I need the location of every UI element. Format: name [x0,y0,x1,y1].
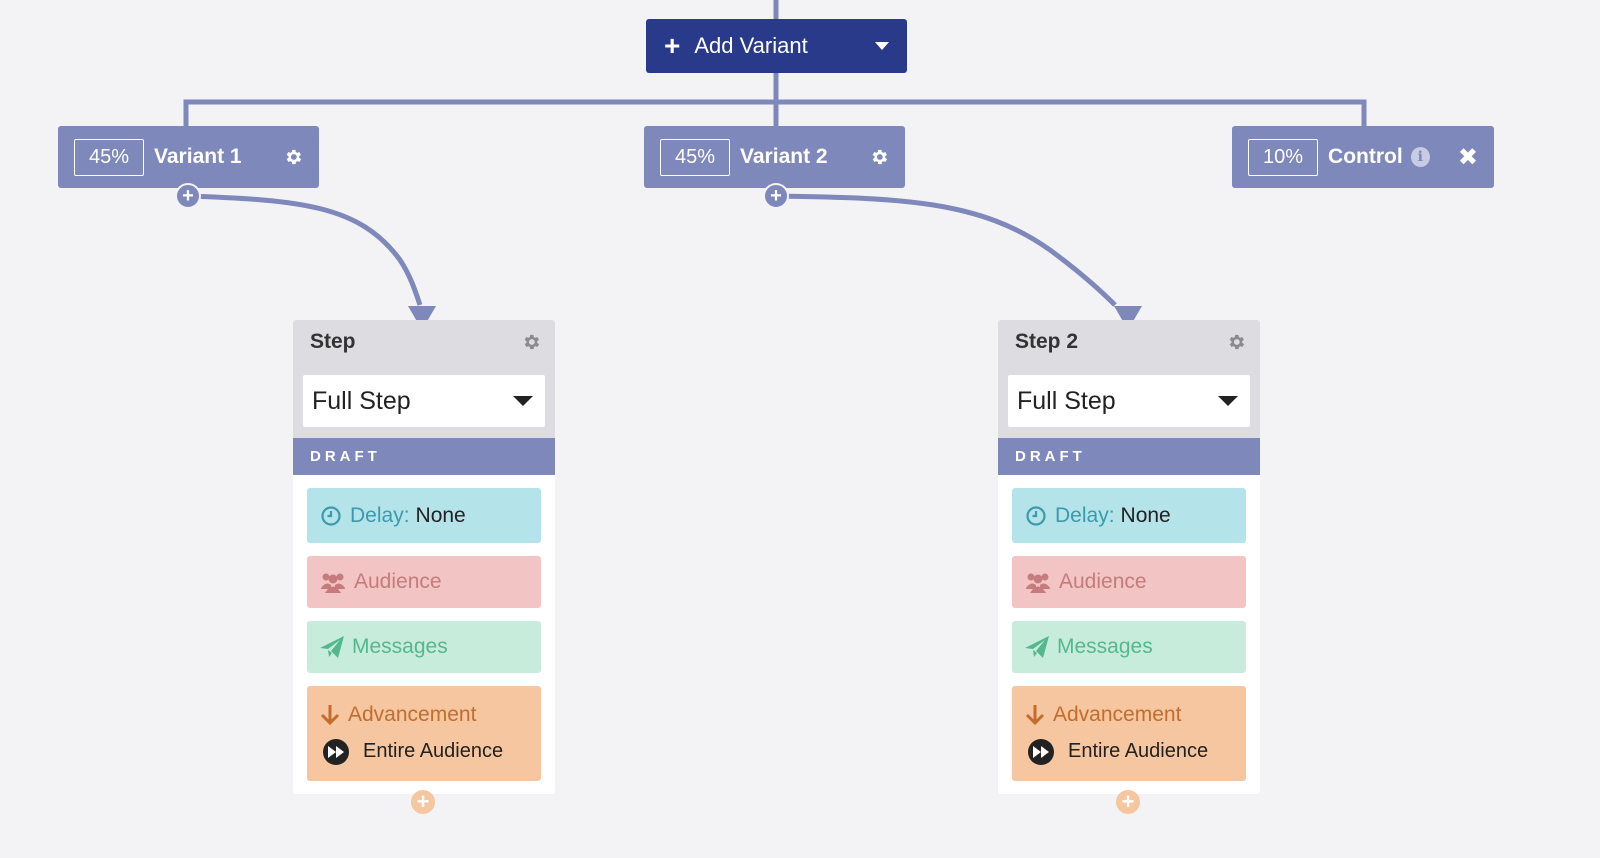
chevron-down-icon[interactable] [875,42,889,50]
variant-percent-input[interactable]: 45% [660,138,731,176]
add-branch-button-1[interactable]: + [175,183,201,209]
status-badge: DRAFT [998,438,1260,475]
users-icon [320,571,346,593]
users-icon [1025,571,1051,593]
variant-name: Variant 2 [740,145,828,168]
plus-icon: + [664,30,681,61]
add-variant-label: Add Variant [694,33,808,58]
variant-card-control[interactable]: 10% Control i ✖ [1232,126,1494,188]
delay-value: None [1120,503,1171,527]
advancement-value: Entire Audience [1068,740,1209,762]
delay-label: Delay: [1055,503,1115,527]
step-type-value: Full Step [1017,386,1116,415]
messages-block[interactable]: Messages [1012,621,1246,673]
gear-icon[interactable] [1226,332,1246,352]
delay-block[interactable]: Delay: None [1012,488,1246,543]
status-badge: DRAFT [293,438,555,475]
clock-icon [320,505,342,527]
variant-percent-input[interactable]: 45% [74,138,145,176]
gear-icon[interactable] [869,147,889,167]
info-icon[interactable]: i [1410,147,1430,167]
audience-label: Audience [1059,570,1147,593]
paper-plane-icon [320,636,344,658]
fast-forward-icon [1028,738,1054,765]
step-type-select[interactable]: Full Step [303,375,545,427]
add-step-button-1[interactable]: + [411,790,435,814]
variant-name: Control [1328,145,1403,168]
gear-icon[interactable] [521,332,541,352]
step-title: Step 2 [1015,330,1079,353]
step-type-value: Full Step [312,386,411,415]
advancement-label: Advancement [348,702,477,726]
chevron-down-icon [513,396,533,406]
paper-plane-icon [1025,636,1049,658]
chevron-down-icon [1218,396,1238,406]
add-step-button-2[interactable]: + [1116,790,1140,814]
delay-label: Delay: [350,503,410,527]
messages-label: Messages [352,635,448,658]
step-title: Step [310,330,356,353]
close-icon[interactable]: ✖ [1458,143,1478,172]
clock-icon [1025,505,1047,527]
variant-percent-input[interactable]: 10% [1248,138,1319,176]
fast-forward-icon [323,738,349,765]
variant-name: Variant 1 [154,145,242,168]
arrow-down-icon [320,704,340,726]
delay-value: None [415,503,466,527]
arrow-down-icon [1025,704,1045,726]
step-header: Step Full Step [293,320,555,438]
step-card-2: Step 2 Full Step DRAFT Delay: None Audie… [998,320,1260,794]
step-card-1: Step Full Step DRAFT Delay: None Audienc… [293,320,555,794]
variant-card-1[interactable]: 45% Variant 1 [58,126,319,188]
add-branch-button-2[interactable]: + [763,183,789,209]
advancement-block[interactable]: Advancement Entire Audience [1012,686,1246,781]
advancement-value: Entire Audience [363,740,504,762]
variant-card-2[interactable]: 45% Variant 2 [644,126,905,188]
advancement-label: Advancement [1053,702,1182,726]
advancement-block[interactable]: Advancement Entire Audience [307,686,541,781]
step-header: Step 2 Full Step [998,320,1260,438]
audience-block[interactable]: Audience [307,556,541,608]
delay-block[interactable]: Delay: None [307,488,541,543]
gear-icon[interactable] [283,147,303,167]
step-type-select[interactable]: Full Step [1008,375,1250,427]
audience-block[interactable]: Audience [1012,556,1246,608]
add-variant-button[interactable]: + Add Variant [646,19,907,73]
audience-label: Audience [354,570,442,593]
messages-label: Messages [1057,635,1153,658]
messages-block[interactable]: Messages [307,621,541,673]
